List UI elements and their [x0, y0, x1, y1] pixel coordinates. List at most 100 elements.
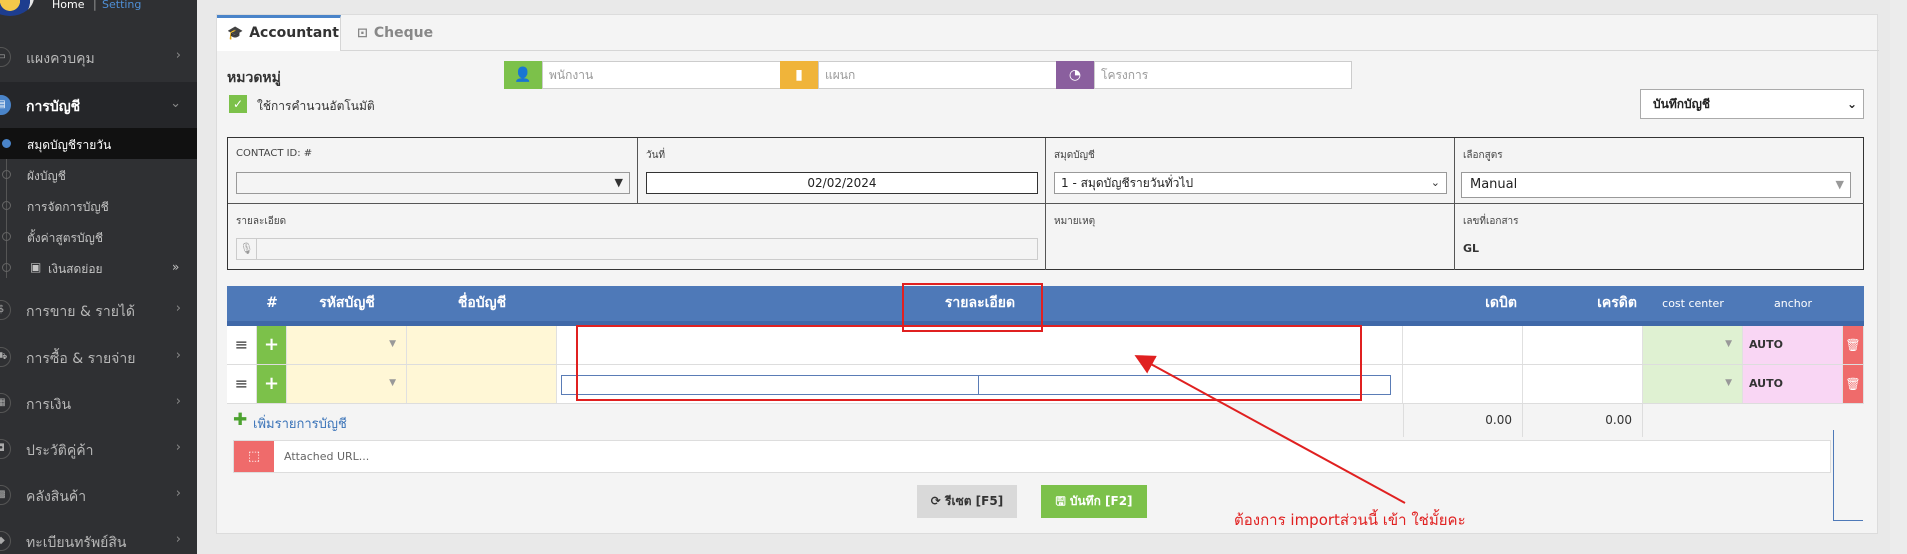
date-input[interactable]: 02/02/2024: [646, 172, 1038, 194]
tab-bar: 🎓 Accountant ⊡ Cheque: [217, 15, 1879, 51]
contact-select[interactable]: ▼: [236, 172, 630, 194]
chevron-right-icon: ›: [175, 486, 181, 501]
docno-cell: เลขที่เอกสาร GL: [1455, 204, 1864, 270]
chevron-down-icon: ▼: [1835, 178, 1844, 191]
contact-cell: CONTACT ID: # ▼: [228, 138, 638, 204]
logo-icon: [0, 0, 34, 16]
sidebar-item-purchases[interactable]: ⛟ การซื้อ & รายจ่าย ›: [0, 334, 197, 380]
sidebar-item-dashboard[interactable]: ▭ แผงควบคุม ›: [0, 34, 197, 80]
cart-icon: ⛟: [0, 347, 11, 367]
sidebar-item-accounting[interactable]: ▤ การบัญชี ⌄: [0, 82, 197, 128]
breadcrumb-home[interactable]: Home: [52, 0, 84, 11]
project-input[interactable]: โครงการ: [1094, 61, 1352, 89]
bullet-icon: [2, 139, 11, 148]
sidebar-subitem-petty-cash[interactable]: ▣ เงินสดย่อย »: [0, 252, 197, 283]
sidebar-subitem-label: การจัดการบัญชี: [27, 200, 109, 214]
add-line-link[interactable]: เพิ่มรายการบัญชี: [253, 413, 347, 434]
account-code-select[interactable]: ▼: [287, 365, 407, 403]
tab-cheque[interactable]: ⊡ Cheque: [357, 15, 467, 51]
sidebar-item-sales[interactable]: $ การขาย & รายได้ ›: [0, 287, 197, 333]
dollar-icon: $: [0, 300, 11, 320]
attach-url-input[interactable]: Attached URL...: [284, 450, 369, 463]
chevron-right-icon: ›: [175, 394, 181, 409]
book-icon: ▤: [0, 95, 11, 115]
col-anchor: anchor: [1774, 297, 1812, 310]
col-cost-center: cost center: [1662, 297, 1724, 310]
microphone-icon[interactable]: 🎙: [237, 239, 257, 259]
calendar-icon: ▦: [0, 393, 11, 413]
sidebar-item-label: การขาย & รายได้: [26, 304, 136, 320]
account-code-select[interactable]: ▼: [287, 326, 407, 364]
note-label: หมายเหตุ: [1054, 216, 1096, 227]
sidebar-item-partners[interactable]: ◘ ประวัติคู่ค้า ›: [0, 426, 197, 472]
sidebar-item-inventory[interactable]: ▩ คลังสินค้า ›: [0, 472, 197, 518]
id-card-icon: ▣: [30, 260, 42, 274]
book-label: สมุดบัญชี: [1054, 150, 1095, 161]
date-cell: วันที่ 02/02/2024: [638, 138, 1046, 204]
anchor-cell[interactable]: AUTO: [1743, 326, 1843, 364]
tab-label: Accountant: [249, 25, 339, 41]
cost-center-select[interactable]: ▼: [1643, 326, 1743, 364]
sidebar-item-finance[interactable]: ▦ การเงิน ›: [0, 380, 197, 426]
credit-input[interactable]: [1523, 365, 1643, 403]
reset-button[interactable]: ⟳ รีเซต [F5]: [917, 485, 1017, 518]
sidebar-subitem-account-management[interactable]: การจัดการบัญชี: [0, 190, 197, 221]
debit-input[interactable]: [1403, 365, 1523, 403]
sidebar: Home | Setting ▭ แผงควบคุม › ▤ การบัญชี …: [0, 0, 197, 554]
cost-center-select[interactable]: ▼: [1643, 365, 1743, 403]
account-name-cell: [407, 326, 557, 364]
col-credit: เครดิต: [1597, 295, 1637, 311]
trash-icon[interactable]: 🗑: [1843, 365, 1864, 403]
sidebar-item-assets[interactable]: ◆ ทะเบียนทรัพย์สิน ›: [0, 518, 197, 554]
tab-accountant[interactable]: 🎓 Accountant: [217, 15, 341, 51]
docno-label: เลขที่เอกสาร: [1463, 216, 1519, 227]
detail-input[interactable]: 🎙: [236, 238, 1038, 260]
drag-handle-icon[interactable]: ≡: [227, 365, 257, 403]
journal-panel: 🎓 Accountant ⊡ Cheque หมวดหมู่ ✓ ใช้การคำน…: [216, 14, 1879, 534]
save-button[interactable]: 🖫 บันทึก [F2]: [1041, 485, 1147, 518]
chevron-right-icon: ›: [175, 348, 181, 363]
add-row-button[interactable]: +: [257, 365, 287, 403]
chevron-down-icon: ▼: [614, 176, 623, 189]
detail-label: รายละเอียด: [236, 216, 287, 227]
sidebar-subitem-daily-journal[interactable]: สมุดบัญชีรายวัน: [0, 128, 197, 159]
employee-input[interactable]: พนักงาน: [542, 61, 792, 89]
graduation-cap-icon: 🎓: [227, 26, 244, 41]
note-cell: หมายเหตุ: [1046, 204, 1455, 270]
sidebar-subitem-chart-of-accounts[interactable]: ผังบัญชี: [0, 159, 197, 190]
debit-input[interactable]: [1403, 326, 1523, 364]
category-label: หมวดหมู่: [227, 70, 281, 86]
chevron-down-icon: ⌄: [1430, 176, 1440, 189]
chevron-right-icon: ›: [175, 48, 181, 63]
total-credit: 0.00: [1523, 404, 1643, 437]
trash-icon[interactable]: 🗑: [1843, 326, 1864, 364]
dropbox-icon[interactable]: ⬚: [234, 441, 274, 472]
sidebar-item-label: ประวัติคู่ค้า: [26, 443, 94, 459]
drag-handle-icon[interactable]: ≡: [227, 326, 257, 364]
chevron-down-icon: ▼: [1725, 378, 1732, 388]
formula-select[interactable]: Manual ▼: [1461, 172, 1851, 198]
detail-cell: รายละเอียด 🎙: [228, 204, 1046, 270]
chevron-right-icon: ›: [175, 532, 181, 547]
plus-icon[interactable]: ✚: [233, 410, 247, 430]
date-label: วันที่: [646, 150, 666, 161]
journal-type-select[interactable]: บันทึกบัญชี ⌄: [1640, 89, 1864, 119]
book-select[interactable]: 1 - สมุดบัญชีรายวันทั่วไป ⌄: [1054, 172, 1447, 194]
breadcrumb-setting[interactable]: Setting: [102, 0, 141, 11]
add-row-button[interactable]: +: [257, 326, 287, 364]
sidebar-subitem-formula-settings[interactable]: ตั้งค่าสูตรบัญชี: [0, 221, 197, 252]
auto-calc-checkbox[interactable]: ✓: [229, 95, 247, 113]
tab-label: Cheque: [373, 25, 434, 41]
chevron-down-icon: ⌄: [170, 96, 181, 111]
anchor-cell[interactable]: AUTO: [1743, 365, 1843, 403]
total-debit: 0.00: [1403, 404, 1523, 437]
credit-input[interactable]: [1523, 326, 1643, 364]
journal-type-value: บันทึกบัญชี: [1653, 97, 1710, 111]
sidebar-subitem-label: ผังบัญชี: [27, 169, 66, 183]
chevron-down-icon: ▼: [389, 339, 396, 349]
col-debit: เดบิต: [1485, 295, 1517, 311]
department-input[interactable]: แผนก: [818, 61, 1068, 89]
sidebar-item-label: ทะเบียนทรัพย์สิน: [26, 535, 127, 551]
divider: [1833, 430, 1834, 521]
divider: [1833, 520, 1863, 521]
